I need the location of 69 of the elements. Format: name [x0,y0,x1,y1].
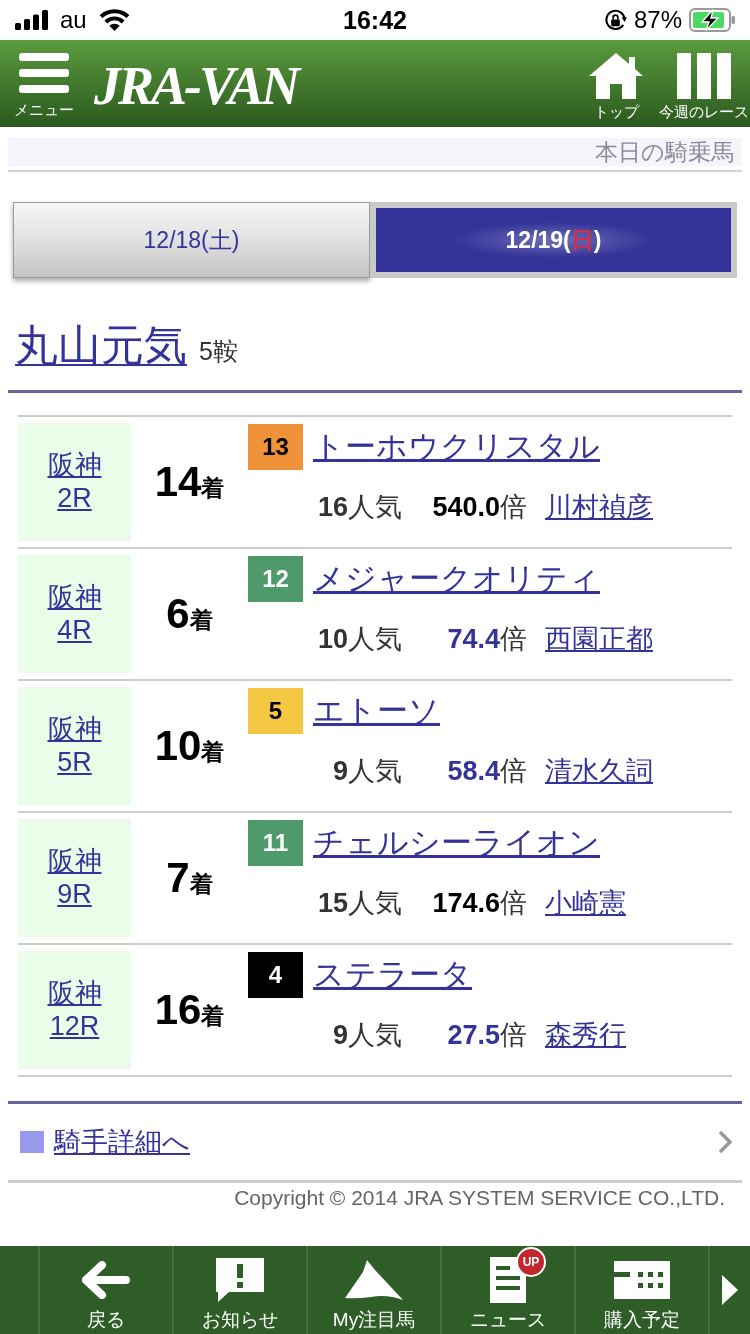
odds-value: 58.4倍 [447,755,527,788]
jockey-detail-link[interactable]: 騎手詳細へ [54,1125,190,1159]
menu-button[interactable]: メニュー [14,53,74,119]
trainer-link[interactable]: 清水久詞 [545,754,653,788]
race-link[interactable]: 阪神 9R [47,845,102,911]
race-link[interactable]: 阪神 12R [47,977,102,1043]
horse-number-badge: 4 [248,952,303,998]
caret-right-icon [722,1275,738,1305]
update-badge: UP [516,1247,546,1277]
trainer-link[interactable]: 川村禎彦 [545,490,653,524]
speech-bubble-icon [216,1258,264,1302]
clock-time: 16:42 [343,7,407,33]
back-arrow-icon [82,1261,130,1299]
columns-icon [677,53,731,99]
dotted-panel-icon [614,1261,670,1299]
popularity-rank: 9人気 [332,755,402,788]
popularity-rank: 15人気 [317,887,402,920]
copyright-text: Copyright © 2014 JRA SYSTEM SERVICE CO.,LTD. [234,1185,725,1211]
finish-position: 14着 [154,461,225,503]
ride-count: 5鞍 [199,336,238,366]
wifi-icon [98,8,130,32]
trainer-link[interactable]: 森秀行 [545,1018,626,1052]
horse-name-link[interactable]: メジャークオリティ [313,559,600,599]
trainer-link[interactable]: 西園正都 [545,622,653,656]
menu-icon [19,53,69,93]
tab-bar-button[interactable]: 購入予定 [574,1246,708,1334]
square-bullet-icon [20,1131,44,1153]
signal-icon [15,10,48,30]
tab-bar-button[interactable]: UP ニュース [440,1246,574,1334]
horse-number-badge: 11 [248,820,303,866]
carrier-name: au [60,8,87,32]
finish-position: 6着 [166,593,213,635]
race-link[interactable]: 阪神 5R [47,713,102,779]
odds-value: 27.5倍 [447,1019,527,1052]
race-link[interactable]: 阪神 2R [47,449,102,515]
tab-bar-button[interactable]: 戻る [38,1246,172,1334]
horse-name-link[interactable]: エトーソ [313,691,440,731]
triangle-icon [345,1260,403,1300]
weekly-races-button[interactable]: 今週のレース [660,53,748,121]
jockey-name-link[interactable]: 丸山元気 [15,320,187,370]
battery-percent: 87% [633,8,682,32]
horse-name-link[interactable]: チェルシーライオン [313,823,600,863]
date-tab[interactable]: 12/19(日) [370,202,737,278]
finish-position: 10着 [154,725,225,767]
horse-name-link[interactable]: ステラータ [313,955,472,995]
odds-value: 540.0倍 [432,491,527,524]
trainer-link[interactable]: 小崎憲 [545,886,626,920]
chevron-right-icon [718,1130,732,1154]
rotation-lock-icon [603,8,627,32]
top-button[interactable]: トップ [586,53,646,121]
odds-value: 74.4倍 [447,623,527,656]
battery-charging-icon [689,8,735,32]
tab-bar-button[interactable]: My注目馬 [306,1246,440,1334]
popularity-rank: 9人気 [332,1019,402,1052]
horse-name-link[interactable]: トーホウクリスタル [313,427,600,467]
logo: JRA-VAN [94,59,298,113]
race-link[interactable]: 阪神 4R [47,581,102,647]
date-tab[interactable]: 12/18(土) [13,202,370,278]
horse-number-badge: 12 [248,556,303,602]
home-icon [589,53,643,99]
horse-number-badge: 5 [248,688,303,734]
popularity-rank: 10人気 [317,623,402,656]
finish-position: 16着 [154,989,225,1031]
horse-number-badge: 13 [248,424,303,470]
tab-bar-button[interactable]: お知らせ [172,1246,306,1334]
page-title: 本日の騎乗馬 [595,140,734,164]
popularity-rank: 16人気 [317,491,402,524]
finish-position: 7着 [166,857,213,899]
odds-value: 174.6倍 [432,887,527,920]
